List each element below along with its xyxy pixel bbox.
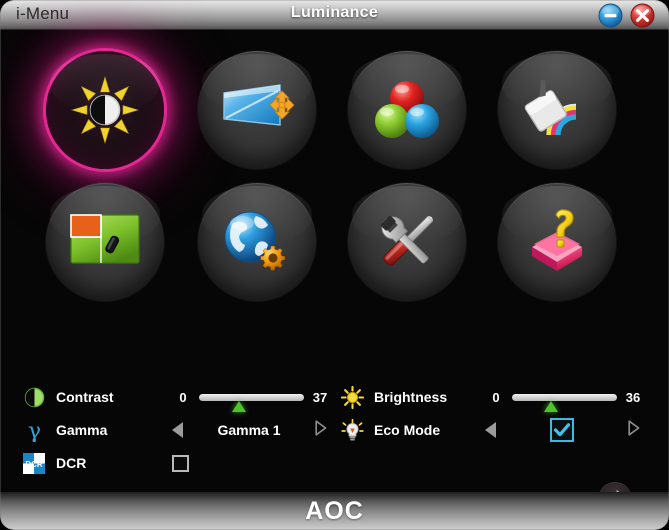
brightness-track[interactable] [512,393,617,412]
controls-panel: Contrast 0 37 Brightness 0 36 γ Gamma Ga… [0,340,669,474]
gamma-icon: γ [22,418,46,442]
contrast-thumb[interactable] [231,400,246,412]
icon-disc [498,183,616,301]
aoc-logo: AOC [305,496,364,525]
check-icon [553,423,571,437]
icon-grid [0,36,669,336]
contrast-icon [22,385,46,409]
menu-icon-image-setup[interactable] [182,44,332,189]
control-contrast: Contrast 0 37 [22,382,342,412]
icon-disc [348,51,466,169]
svg-text:γ: γ [27,419,40,442]
brightness-thumb[interactable] [543,400,558,412]
svg-text:DCR: DCR [25,460,43,469]
gamma-label: Gamma [56,422,108,438]
gamma-next-button[interactable] [315,419,327,441]
control-brightness: Brightness 0 36 [340,382,660,412]
menu-icon-color-setup[interactable] [332,44,482,189]
i-menu-window: i-Menu Luminance Contrast 0 37 Brightnes… [0,0,669,530]
contrast-label: Contrast [56,389,114,405]
close-button[interactable] [630,3,655,28]
minimize-button[interactable] [598,3,623,28]
eco-mode-spinner [485,415,640,445]
gamma-prev-button[interactable] [172,422,183,438]
icon-disc [498,51,616,169]
dcr-checkbox[interactable] [172,454,189,472]
eco-next-button[interactable] [628,419,640,441]
dcr-icon: DCR [22,451,46,475]
eco-mode-label: Eco Mode [374,422,441,438]
gamma-value: Gamma 1 [217,422,281,438]
footer-bar: AOC [0,492,669,530]
icon-disc [198,51,316,169]
content-area: Contrast 0 37 Brightness 0 36 γ Gamma Ga… [0,30,669,516]
brightness-slider[interactable]: 0 36 [485,382,644,412]
menu-icon-exit[interactable] [482,176,632,321]
control-eco-mode: Eco Mode [340,415,660,445]
menu-icon-picture-boost[interactable] [482,44,632,189]
menu-icon-extra[interactable] [332,176,482,321]
contrast-track[interactable] [199,393,304,412]
eco-mode-value-slot [496,418,628,442]
brightness-label: Brightness [374,389,448,405]
eco-prev-button[interactable] [485,422,496,438]
icon-disc [198,183,316,301]
brightness-value: 36 [625,389,641,405]
menu-icon-osd-setup[interactable] [30,176,180,321]
contrast-slider[interactable]: 0 37 [172,382,331,412]
dcr-label: DCR [56,455,87,471]
icon-disc [46,183,164,301]
control-dcr: DCR DCR [22,448,342,478]
brightness-sun-icon [340,385,364,409]
gamma-spinner: Gamma 1 [172,415,327,445]
contrast-value: 37 [312,389,328,405]
menu-icon-language[interactable] [182,176,332,321]
control-gamma: γ Gamma Gamma 1 [22,415,342,445]
menu-icon-luminance[interactable] [30,44,180,189]
page-title: Luminance [290,4,379,21]
icon-disc [348,183,466,301]
title-bar: i-Menu Luminance [0,0,669,30]
icon-disc [46,51,164,169]
contrast-min: 0 [179,389,187,405]
eco-mode-checkbox[interactable] [550,418,574,442]
brightness-min: 0 [492,389,500,405]
eco-bulb-icon [340,418,364,442]
